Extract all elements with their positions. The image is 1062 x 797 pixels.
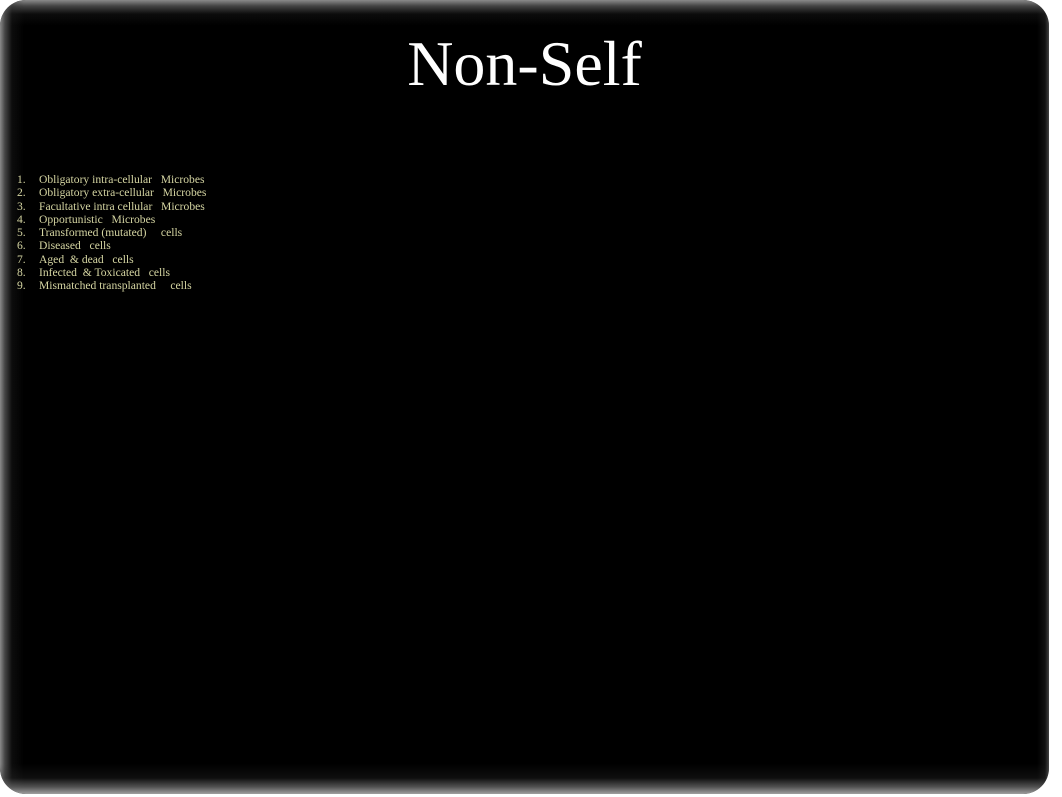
- list-item: 4. Opportunistic Microbes: [17, 213, 657, 226]
- list-item: 5. Transformed (mutated) cells: [17, 226, 657, 239]
- list-item: 3. Facultative intra cellular Microbes: [17, 200, 657, 213]
- slide-edge-glow-right: [0, 0, 1049, 794]
- list-item-number: 8.: [17, 266, 26, 280]
- list-item-label: Obligatory extra-cellular Microbes: [39, 186, 207, 200]
- list-item-label: Facultative intra cellular Microbes: [39, 199, 205, 213]
- non-self-list: 1. Obligatory intra-cellular Microbes 2. O…: [17, 173, 657, 293]
- slide-surface: Non-Self 1. Obligatory intra-cellular Mic…: [0, 0, 1049, 794]
- list-item: 1. Obligatory intra-cellular Microbes: [17, 173, 657, 186]
- list-item: 8. Infected & Toxicated cells: [17, 266, 657, 279]
- list-item: 9. Mismatched transplanted cells: [17, 279, 657, 292]
- list-item: 7. Aged & dead cells: [17, 253, 657, 266]
- slide-edge-glow-top: [0, 0, 1049, 794]
- list-item-label: Aged & dead cells: [39, 252, 134, 266]
- list-item-number: 4.: [17, 212, 26, 226]
- list-item-number: 1.: [17, 173, 26, 186]
- list-item-number: 2.: [17, 186, 26, 200]
- slide-title: Non-Self: [407, 28, 642, 99]
- list-item-number: 9.: [17, 279, 26, 293]
- list-item-label: Opportunistic Microbes: [39, 212, 156, 226]
- slide-edge-glow-left: [0, 0, 1049, 794]
- list-item-number: 6.: [17, 239, 26, 253]
- list-item-label: Mismatched transplanted cells: [39, 279, 192, 293]
- list-item: 2. Obligatory extra-cellular Microbes: [17, 186, 657, 199]
- slide-root: Non-Self 1. Obligatory intra-cellular Mic…: [0, 0, 1062, 797]
- list-item-number: 7.: [17, 252, 26, 266]
- list-item-label: Transformed (mutated) cells: [39, 226, 183, 240]
- list-item-label: Obligatory intra-cellular Microbes: [39, 173, 205, 186]
- slide-edge-glow-bottom: [0, 0, 1049, 794]
- list-item-number: 3.: [17, 199, 26, 213]
- list-item-label: Infected & Toxicated cells: [39, 266, 170, 280]
- list-item: 6. Diseased cells: [17, 239, 657, 252]
- list-item-label: Diseased cells: [39, 239, 111, 253]
- list-item-number: 5.: [17, 226, 26, 240]
